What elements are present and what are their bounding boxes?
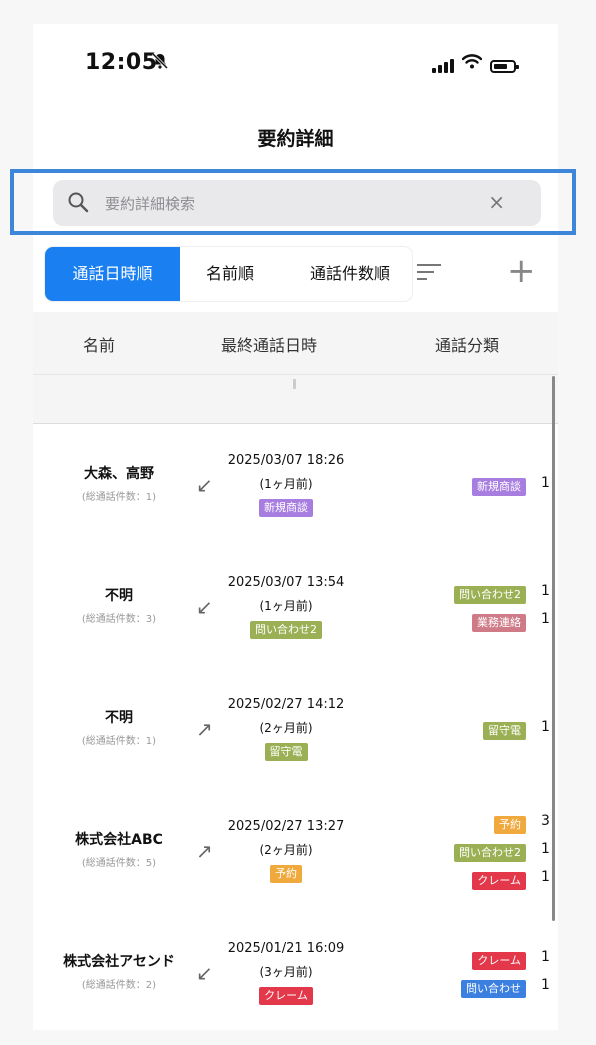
last-call-relative: (1ヶ月前) [259,477,313,491]
total-call-count: (総通話件数：3) [81,614,157,625]
tab-sort-by-name[interactable]: 名前順 [195,247,265,301]
last-call-datetime: 2025/02/27 14:12 [227,697,345,712]
total-call-count: (総通話件数：1) [81,736,157,747]
signal-icon [432,59,454,73]
category-badge: 業務連絡 [472,614,526,632]
category-badge: クレーム [472,952,526,970]
call-category-tag: 新規商談 [259,499,313,517]
category-count: 1 [541,719,550,735]
table-row[interactable]: 大森、高野 (総通話件数：1) ↙ 2025/03/07 18:26 (1ヶ月前) 新規商… [33,424,558,547]
category-count: 1 [541,611,550,627]
column-header-category: 通話分類 [435,336,500,355]
category-count: 3 [541,813,550,829]
category-count: 1 [541,977,550,993]
category-count: 1 [541,949,550,965]
table-row[interactable]: 不明 (総通話件数：3) ↙ 2025/03/07 13:54 (1ヶ月前) 問い合わせ2… [33,546,558,669]
last-call-datetime: 2025/02/27 13:27 [227,819,345,834]
system-icons [432,54,519,73]
search-highlight-box [10,169,576,235]
contact-name: 大森、高野 [84,466,154,482]
bell-slash-icon [151,52,169,75]
last-call-relative: (2ヶ月前) [259,721,313,735]
page-title: 要約詳細 [257,128,334,150]
category-count: 1 [541,583,550,599]
list-spacer [33,375,558,424]
category-count: 1 [541,841,550,857]
plus-icon[interactable]: + [507,254,536,288]
sort-tabs: 通話日時順 名前順 通話件数順 [45,247,412,301]
category-count: 1 [541,475,550,491]
category-badge: 留守電 [483,722,526,740]
table-row[interactable]: 株式会社ABC (総通話件数：5) ↗ 2025/02/27 13:27 (2ヶ月前) 予… [33,790,558,913]
call-category-tag: クレーム [259,987,313,1005]
battery-icon [490,60,519,73]
table-row[interactable]: 不明 (総通話件数：1) ↗ 2025/02/27 14:12 (2ヶ月前) 留守電 留守電… [33,668,558,791]
last-call-datetime: 2025/01/21 16:09 [227,941,345,956]
scrollbar[interactable] [552,376,555,921]
category-badge: 新規商談 [472,478,526,496]
category-count: 1 [541,869,550,885]
last-call-datetime: 2025/03/07 13:54 [227,575,345,590]
contact-name: 不明 [105,588,133,604]
total-call-count: (総通話件数：1) [81,492,157,503]
contact-name: 株式会社アセンド [63,954,175,970]
tab-sort-by-count[interactable]: 通話件数順 [295,247,405,301]
contact-name: 不明 [105,710,133,726]
column-header-name: 名前 [83,336,116,355]
status-bar: 12:05 [33,24,558,102]
category-badge: 問い合わせ2 [454,844,526,862]
total-call-count: (総通話件数：2) [81,980,157,991]
call-category-tag: 留守電 [264,743,308,761]
last-call-relative: (2ヶ月前) [259,843,313,857]
tab-sort-by-date[interactable]: 通話日時順 [45,247,180,301]
last-call-datetime: 2025/03/07 18:26 [227,453,345,468]
column-header-last-call: 最終通話日時 [221,336,318,355]
sort-lines-icon[interactable] [417,264,441,285]
table-row[interactable]: 株式会社アセンド (総通話件数：2) ↙ 2025/01/21 16:09 (3ヶ月前)… [33,912,558,1030]
call-category-tag: 予約 [270,865,302,883]
wifi-icon [461,54,483,73]
last-call-relative: (1ヶ月前) [259,599,313,613]
contact-name: 株式会社ABC [75,832,163,848]
category-badge: クレーム [472,872,526,890]
category-badge: 問い合わせ [461,980,526,998]
total-call-count: (総通話件数：5) [81,858,157,869]
call-category-tag: 問い合わせ2 [250,621,322,639]
category-badge: 予約 [494,816,526,834]
category-badge: 問い合わせ2 [454,586,526,604]
last-call-relative: (3ヶ月前) [259,965,313,979]
status-time: 12:05 [85,50,158,75]
table-header: 名前 最終通話日時 通話分類 [33,312,558,375]
